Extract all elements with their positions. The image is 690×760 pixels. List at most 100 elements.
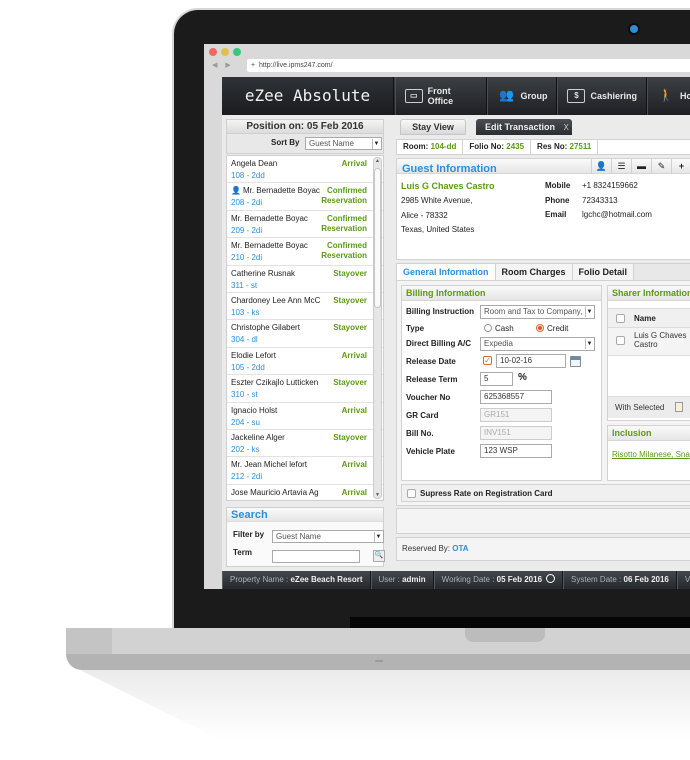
guest-list-item[interactable]: 👤 Mr. Bernadette Boyac 208 - 2di Confirmed R… bbox=[227, 183, 383, 211]
release-date-checkbox[interactable]: ✓ bbox=[483, 356, 492, 365]
nav-group[interactable]: 👥 Group bbox=[487, 77, 558, 115]
close-window-button[interactable] bbox=[209, 48, 217, 56]
select-all-checkbox[interactable] bbox=[616, 314, 625, 323]
guest-list-item[interactable]: Chardoney Lee Ann McC 103 - ks Stayover bbox=[227, 293, 383, 321]
guest-list-item[interactable]: Eszter Czikajlo Lutticken 310 - st Stayove… bbox=[227, 375, 383, 403]
release-term-input[interactable]: 5 bbox=[480, 372, 513, 386]
guest-status: Stayover bbox=[333, 433, 367, 443]
scrollbar-thumb[interactable] bbox=[374, 168, 381, 308]
inclusion-title: Inclusion bbox=[608, 426, 690, 441]
filter-by-value: Guest Name bbox=[276, 532, 321, 541]
user-value: admin bbox=[402, 575, 426, 584]
billing-instruction-value: Room and Tax to Company, bbox=[484, 307, 583, 316]
system-date-value: 06 Feb 2016 bbox=[623, 575, 669, 584]
guest-list-item[interactable]: Catherine Rusnak 311 - st Stayover bbox=[227, 266, 383, 293]
close-tab-icon[interactable]: X bbox=[564, 123, 569, 132]
working-date-label: Working Date : bbox=[441, 575, 495, 584]
maximize-window-button[interactable] bbox=[233, 48, 241, 56]
type-credit-radio[interactable]: Credit bbox=[536, 324, 568, 333]
guest-status: Arrival bbox=[342, 488, 367, 498]
billing-instruction-select[interactable]: Room and Tax to Company, ▼ bbox=[480, 305, 595, 319]
billing-information-panel: Billing Information Billing Instruction … bbox=[401, 285, 602, 481]
suppress-rate-row: Supress Rate on Registration Card bbox=[401, 484, 690, 502]
search-title: Search bbox=[227, 508, 383, 522]
guest-list-item[interactable]: Mr. Jean Michel lefort 212 - 2di Arrival bbox=[227, 457, 383, 485]
guest-name: Mr. Bernadette Boyac bbox=[231, 241, 323, 250]
laptop-notch bbox=[465, 628, 545, 642]
filter-by-select[interactable]: Guest Name ▼ bbox=[272, 530, 384, 543]
calendar-icon[interactable] bbox=[570, 356, 581, 367]
guest-list-item[interactable]: Jose Mauricio Artavia Ag Arrival bbox=[227, 485, 383, 500]
guest-list-item[interactable]: Angela Dean 108 - 2dd Arrival bbox=[227, 156, 383, 184]
tab-stay-view[interactable]: Stay View bbox=[400, 119, 466, 135]
url-bar[interactable]: + http://live.ipms247.com/ bbox=[247, 59, 690, 72]
card-icon[interactable]: ▬ bbox=[631, 159, 651, 174]
nav-housekeeping[interactable]: 🚶 Ho bbox=[647, 77, 690, 115]
tab-general-information[interactable]: General Information bbox=[397, 264, 496, 280]
tab-folio-detail[interactable]: Folio Detail bbox=[572, 264, 635, 280]
sharer-row-checkbox[interactable] bbox=[616, 336, 625, 345]
guest-name: Christophe Gilabert bbox=[231, 323, 323, 332]
system-date-label: System Date : bbox=[571, 575, 622, 584]
person-icon[interactable]: 👤 bbox=[591, 159, 611, 174]
status-text: Confirmed bbox=[327, 241, 367, 251]
guest-name-text: Christophe Gilabert bbox=[231, 323, 300, 333]
nav-cashiering[interactable]: $ Cashiering bbox=[557, 77, 647, 115]
scroll-down-icon[interactable]: ▼ bbox=[374, 492, 381, 498]
tab-edit-transaction[interactable]: Edit Transaction X bbox=[476, 119, 572, 135]
general-information-content: Billing Information Billing Instruction … bbox=[396, 281, 690, 506]
briefcase-icon: ▭ bbox=[405, 89, 423, 103]
term-input[interactable] bbox=[272, 550, 360, 563]
document-icon[interactable] bbox=[674, 402, 683, 412]
sort-by-label: Sort By bbox=[271, 138, 300, 147]
guest-name: Mr. Jean Michel lefort bbox=[231, 460, 323, 469]
name-column-header: Name bbox=[634, 314, 656, 323]
filter-by-label: Filter by bbox=[233, 530, 265, 539]
guest-list-item[interactable]: Ignacio Holst 204 - su Arrival bbox=[227, 403, 383, 430]
camera-icon bbox=[630, 25, 638, 33]
scroll-up-icon[interactable]: ▲ bbox=[374, 158, 381, 164]
reservation-info-bar: Room: 104-dd Folio No: 2435 Res No: 2751… bbox=[396, 139, 690, 155]
guest-list-item[interactable]: Elodie Lefort 105 - 2dd Arrival bbox=[227, 348, 383, 376]
gr-card-input[interactable]: GR151 bbox=[480, 408, 552, 422]
bill-no-input[interactable]: INV151 bbox=[480, 426, 552, 440]
voucher-label: Voucher No bbox=[406, 393, 451, 402]
nav-label: Ho bbox=[680, 91, 690, 101]
transaction-panel: Stay View Edit Transaction X Room: 104-d… bbox=[396, 119, 690, 573]
suppress-rate-checkbox[interactable] bbox=[407, 489, 416, 498]
radio-label: Credit bbox=[547, 324, 569, 333]
sort-by-select[interactable]: Guest Name ▼ bbox=[305, 137, 382, 150]
main-tabs: Stay View Edit Transaction X bbox=[396, 119, 690, 135]
browser-nav-arrows[interactable]: ◀ ▶ bbox=[212, 61, 234, 69]
guest-list-item[interactable]: Christophe Gilabert 304 - dl Stayover bbox=[227, 320, 383, 348]
with-selected-bar: With Selected bbox=[608, 396, 690, 418]
vehicle-plate-input[interactable]: 123 WSP bbox=[480, 444, 552, 458]
type-label: Type bbox=[406, 324, 425, 333]
search-button[interactable]: 🔍 bbox=[373, 550, 385, 562]
guest-list-scrollbar[interactable]: ▲ ▼ bbox=[373, 157, 382, 499]
status-text: Arrival bbox=[341, 159, 367, 168]
direct-billing-select[interactable]: Expedia ▼ bbox=[480, 337, 595, 351]
plus-icon[interactable]: + bbox=[671, 159, 690, 174]
guest-room: 310 - st bbox=[231, 390, 258, 400]
nav-label: Group bbox=[520, 91, 548, 101]
voucher-input[interactable]: 625368557 bbox=[480, 390, 552, 404]
inclusion-links[interactable]: Risotto Milanese, Sna bbox=[612, 450, 690, 459]
pencil-icon[interactable]: ✎ bbox=[651, 159, 671, 174]
percent-sign: % bbox=[518, 372, 527, 383]
guest-room: 103 - ks bbox=[231, 307, 260, 317]
folio-info: Folio No: 2435 bbox=[463, 140, 532, 154]
minimize-window-button[interactable] bbox=[221, 48, 229, 56]
guest-list-item[interactable]: Mr. Bernadette Boyac 210 - 2di Confirmed Re… bbox=[227, 238, 383, 266]
type-cash-radio[interactable]: Cash bbox=[484, 324, 514, 333]
guest-room: 304 - dl bbox=[231, 335, 258, 345]
nav-front-office[interactable]: ▭ Front Office bbox=[395, 77, 488, 115]
list-icon[interactable]: ☰ bbox=[611, 159, 631, 174]
guest-list-item[interactable]: Mr. Bernadette Boyac 209 - 2di Confirmed Re… bbox=[227, 211, 383, 239]
person-icon: 👤 bbox=[231, 186, 241, 196]
clock-icon[interactable] bbox=[546, 574, 556, 583]
release-date-input[interactable]: 10-02-16 bbox=[496, 354, 566, 368]
tab-room-charges[interactable]: Room Charges bbox=[495, 264, 573, 280]
res-value: 27511 bbox=[569, 142, 592, 151]
guest-list-item[interactable]: Jackeline Alger 202 - ks Stayover bbox=[227, 430, 383, 458]
